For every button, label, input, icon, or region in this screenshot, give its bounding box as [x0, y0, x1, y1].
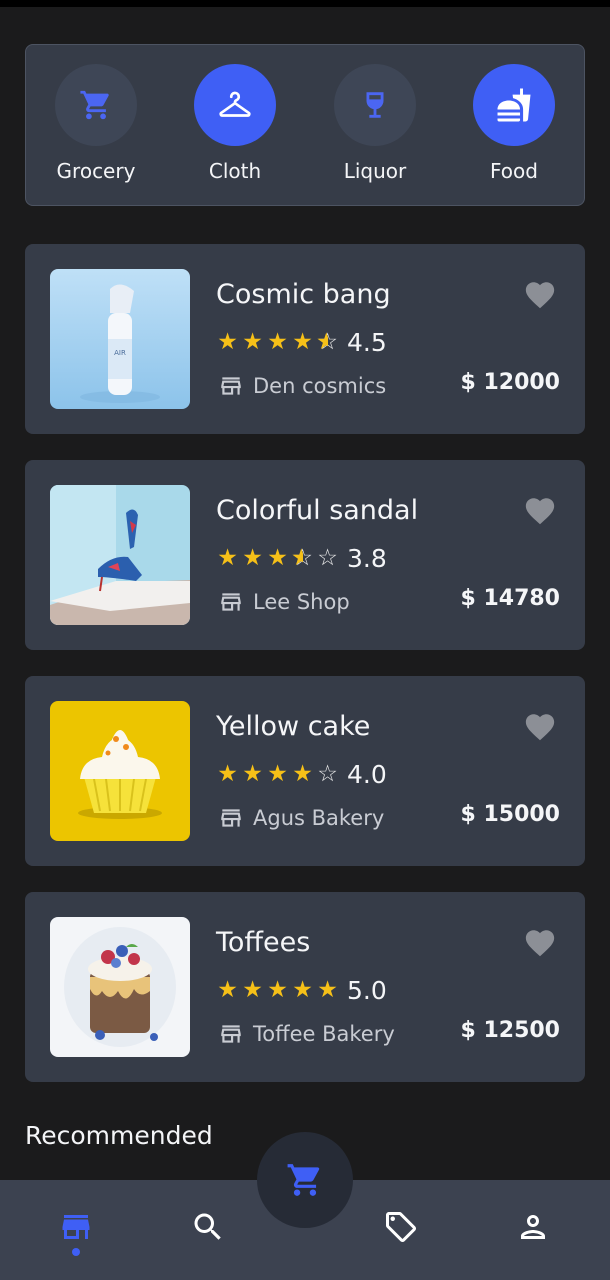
category-panel: Grocery Cloth Liquor Food	[25, 44, 585, 206]
active-indicator	[72, 1248, 80, 1256]
product-title: Toffees	[216, 927, 311, 958]
product-card[interactable]: Colorful sandal ★★★☆☆ 3.8 Lee Shop $ 147…	[25, 460, 585, 650]
rating: ★ ★ ★ ★ ★ 5.0	[216, 974, 387, 1006]
shop-name: Toffee Bakery	[253, 1022, 395, 1046]
rating: ★★★☆☆ 3.8	[216, 542, 387, 574]
star-icon: ★	[267, 761, 288, 787]
product-title: Colorful sandal	[216, 495, 419, 526]
profile-icon	[521, 1215, 545, 1239]
star-icon: ★	[242, 545, 263, 571]
star-icon: ★	[242, 977, 263, 1003]
high-heel-image	[50, 485, 190, 625]
star-icon: ★	[317, 977, 338, 1003]
wine-glass-icon	[366, 92, 384, 118]
tag-icon	[386, 1212, 416, 1242]
category-cloth-circle	[194, 64, 276, 146]
rating-value: 5.0	[347, 975, 387, 1005]
category-label: Grocery	[56, 159, 136, 183]
cart-icon	[80, 90, 109, 120]
fastfood-icon	[497, 88, 531, 122]
search-icon	[194, 1213, 221, 1240]
store-icon	[221, 593, 241, 611]
cart-fab-button[interactable]	[257, 1132, 353, 1228]
heart-icon[interactable]	[523, 494, 557, 528]
star-icon: ★	[217, 977, 238, 1003]
category-food-circle	[473, 64, 555, 146]
store-icon	[62, 1215, 90, 1239]
star-empty-icon: ☆	[317, 545, 338, 571]
rating-value: 4.5	[347, 327, 387, 357]
star-icon: ★	[292, 977, 313, 1003]
product-card[interactable]: Yellow cake ★ ★ ★ ★ ☆ 4.0 Agus Bakery $ 1500…	[25, 676, 585, 866]
category-grocery[interactable]: Grocery	[36, 64, 156, 194]
category-label: Food	[490, 159, 538, 183]
store-icon	[221, 1025, 241, 1043]
product-title: Yellow cake	[216, 711, 371, 742]
product-card[interactable]: AIR Cosmic bang ★★★★☆ 4.5 Den cosmics $ …	[25, 244, 585, 434]
heart-icon[interactable]	[523, 278, 557, 312]
star-half-icon: ☆	[291, 542, 314, 574]
shop-name: Lee Shop	[253, 590, 350, 614]
product-price: $ 12500	[460, 1018, 560, 1043]
shop-info: Lee Shop	[218, 589, 350, 615]
store-icon	[221, 377, 241, 395]
cart-icon	[287, 1164, 320, 1196]
category-cloth[interactable]: Cloth	[175, 64, 295, 194]
nav-profile[interactable]	[508, 1202, 558, 1252]
star-icon: ★	[217, 761, 238, 787]
cupcake-image	[50, 701, 190, 841]
heart-icon[interactable]	[523, 926, 557, 960]
toffee-cake-image	[50, 917, 190, 1057]
star-half-icon: ☆	[316, 326, 339, 358]
shop-info: Agus Bakery	[218, 805, 384, 831]
shop-name: Agus Bakery	[253, 806, 385, 830]
rating-stars: ★★★★☆	[216, 758, 339, 790]
product-card[interactable]: Toffees ★ ★ ★ ★ ★ 5.0 Toffee Bakery $ 12500	[25, 892, 585, 1082]
rating-stars: ★ ★ ★ ★ ★	[216, 974, 339, 1006]
category-label: Liquor	[343, 159, 407, 183]
rating-value: 4.0	[347, 759, 387, 789]
rating-value: 3.8	[347, 543, 387, 573]
hanger-icon	[219, 91, 251, 117]
star-icon: ★	[267, 977, 288, 1003]
air-freshener-image: AIR	[50, 269, 190, 409]
star-icon: ★	[242, 761, 263, 787]
nav-store[interactable]	[51, 1202, 101, 1252]
star-icon: ★	[217, 545, 238, 571]
nav-deals[interactable]	[376, 1202, 426, 1252]
rating-stars: ★★★★☆	[216, 326, 339, 358]
product-price: $ 12000	[460, 370, 560, 395]
category-label: Cloth	[208, 159, 262, 183]
star-icon: ★	[217, 329, 238, 355]
nav-search[interactable]	[183, 1202, 233, 1252]
store-icon	[221, 809, 241, 827]
shop-info: Toffee Bakery	[218, 1021, 395, 1047]
section-title-recommended: Recommended	[25, 1121, 213, 1150]
rating-stars: ★★★☆☆	[216, 542, 339, 574]
star-icon: ★	[267, 545, 288, 571]
product-price: $ 14780	[460, 586, 560, 611]
shop-name: Den cosmics	[253, 374, 387, 398]
shop-info: Den cosmics	[218, 373, 386, 399]
heart-icon[interactable]	[523, 710, 557, 744]
category-liquor-circle	[334, 64, 416, 146]
star-icon: ★	[267, 329, 288, 355]
rating: ★ ★ ★ ★ ☆ 4.0	[216, 758, 387, 790]
category-food[interactable]: Food	[454, 64, 574, 194]
star-icon: ★	[242, 329, 263, 355]
category-liquor[interactable]: Liquor	[315, 64, 435, 194]
svg-text:AIR: AIR	[114, 349, 126, 357]
star-empty-icon: ☆	[317, 761, 338, 787]
product-title: Cosmic bang	[216, 279, 391, 310]
category-grocery-circle	[55, 64, 137, 146]
product-price: $ 15000	[460, 802, 560, 827]
status-bar	[0, 0, 610, 7]
star-icon: ★	[292, 761, 313, 787]
rating: ★★★★☆ 4.5	[216, 326, 387, 358]
star-icon: ★	[292, 329, 313, 355]
